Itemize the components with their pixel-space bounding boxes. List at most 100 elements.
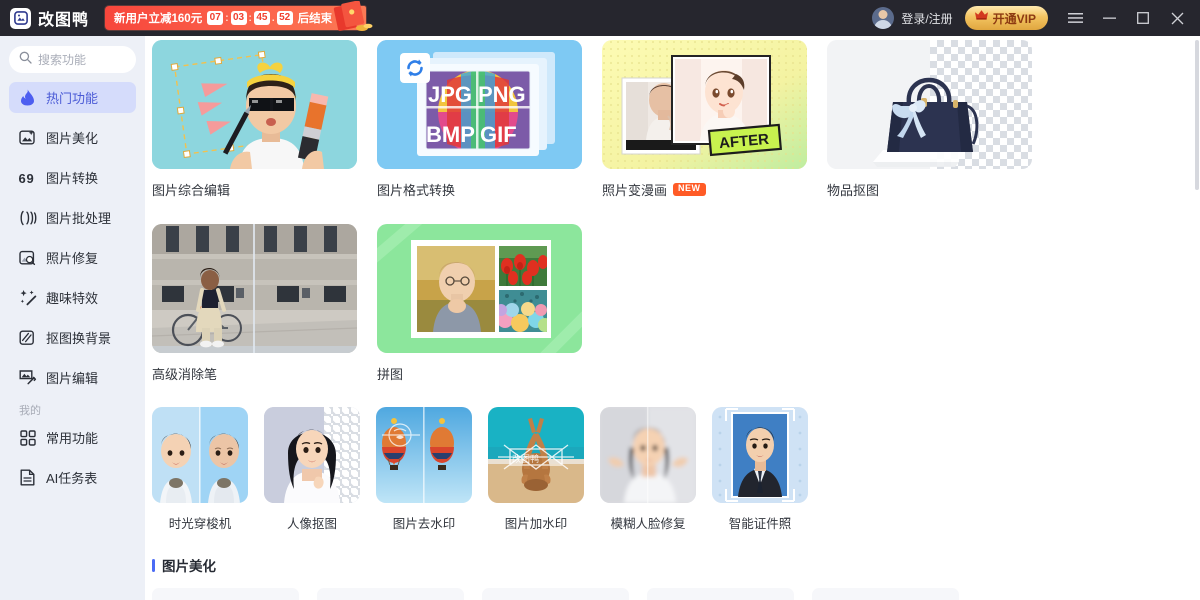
photo-repair-icon [18, 248, 37, 267]
chip-remove-watermark[interactable]: 图片去水印 [317, 588, 464, 600]
thumbnail-street-removal [152, 224, 357, 353]
section-header-image-beautify: 图片美化 [152, 555, 1200, 575]
svg-text:9: 9 [26, 171, 33, 186]
sidebar-item-common-features[interactable]: 常用功能 [9, 422, 136, 453]
featured-cards-row-2: 高级消除笔 拼图 [152, 220, 1200, 383]
thumbnail-collage [377, 224, 582, 353]
vertical-scrollbar[interactable] [1194, 36, 1200, 600]
feature-card-caption: 高级消除笔 [152, 364, 357, 383]
sidebar-item-label: 图片编辑 [46, 371, 99, 386]
thumbnail-id-photo [712, 407, 808, 503]
svg-text:BMP: BMP [426, 122, 475, 147]
brand-name: 改图鸭 [38, 12, 90, 29]
feature-card-object-cutout[interactable]: 物品抠图 [827, 40, 1032, 199]
titlebar-right-controls: 登录/注册 开通VIP [862, 0, 1200, 36]
cutout-bg-icon [18, 328, 37, 347]
scrollbar-thumb[interactable] [1195, 40, 1199, 190]
countdown-seconds: 45 [253, 11, 270, 25]
thumbnail-photo-to-anime: AFTER [602, 40, 807, 169]
feature-card-collage[interactable]: 拼图 [377, 224, 582, 383]
open-vip-button[interactable]: 开通VIP [964, 6, 1048, 30]
sidebar-nav: 热门功能 图片美化 6 9 图片转换 图片批处理 照片修复 趣味特效 抠图换背景… [9, 82, 136, 493]
section-title: 图片美化 [162, 559, 216, 574]
svg-text:PNG: PNG [478, 82, 526, 107]
login-register-button[interactable]: 登录/注册 [862, 7, 962, 29]
sidebar-item-image-beautify[interactable]: 图片美化 [9, 122, 136, 153]
function-chip-row: 高级消除笔 图片去水印 [152, 588, 1200, 600]
feature-card-add-watermark[interactable]: 改图鸭 图片加水印 [488, 407, 584, 532]
magic-wand-icon [18, 288, 37, 307]
svg-text:6: 6 [19, 171, 26, 186]
feature-card-comprehensive-edit[interactable]: 图片综合编辑 [152, 40, 357, 199]
document-list-icon [18, 468, 37, 487]
new-badge: NEW [673, 183, 706, 196]
sidebar-item-hot-features[interactable]: 热门功能 [9, 82, 136, 113]
brand: 改图鸭 [0, 6, 89, 30]
search-icon [19, 51, 32, 69]
feature-card-photo-to-anime[interactable]: AFTER 照片变漫画 NEW [602, 40, 807, 199]
sidebar-item-label: 热门功能 [46, 91, 99, 106]
sidebar-item-image-convert[interactable]: 6 9 图片转换 [9, 162, 136, 193]
chip-free-collage[interactable]: 自由拼图 [812, 588, 959, 600]
feature-card-format-convert[interactable]: JPG PNG BMP GIF 图片格式转换 [377, 40, 582, 199]
sidebar-item-ai-task-list[interactable]: AI任务表 [9, 462, 136, 493]
feature-card-portrait-cutout[interactable]: 人像抠图 [264, 407, 360, 532]
maximize-icon[interactable] [1126, 0, 1160, 36]
sidebar-item-cutout-background[interactable]: 抠图换背景 [9, 322, 136, 353]
feature-card-advanced-eraser[interactable]: 高级消除笔 [152, 224, 357, 383]
app-window: 改图鸭 新用户立减160元 07 : 03 : 45 . 52 后结束 登录/注… [0, 0, 1200, 600]
login-register-label: 登录/注册 [901, 11, 953, 26]
svg-text:GIF: GIF [480, 122, 517, 147]
countdown-hours: 07 [207, 11, 224, 25]
sidebar-item-batch-process[interactable]: 图片批处理 [9, 202, 136, 233]
promo-text: 新用户立减160元 [114, 13, 203, 25]
feature-card-id-photo[interactable]: 智能证件照 [712, 407, 808, 532]
sidebar-group-label: 我的 [19, 405, 41, 417]
sidebar-item-image-edit[interactable]: 图片编辑 [9, 362, 136, 393]
sidebar-item-label: 照片修复 [46, 251, 99, 266]
small-card-label: 图片去水印 [392, 517, 456, 531]
user-avatar [872, 7, 895, 29]
svg-text:改图鸭: 改图鸭 [512, 453, 539, 464]
feature-card-caption: 图片格式转换 [377, 180, 582, 199]
batch-icon [18, 208, 37, 227]
sidebar-item-label: 图片批处理 [46, 211, 112, 226]
small-cards-row: 时光穿梭机 人像抠图 图片去水印 改图鸭 图片加水印 模糊人脸修复 智能证件照 [152, 407, 1200, 532]
sidebar-item-label: 常用功能 [46, 431, 99, 446]
feature-card-label: 图片综合编辑 [152, 183, 231, 198]
photo-frame-icon [10, 7, 31, 29]
chip-template-collage[interactable]: 模板拼图 [647, 588, 794, 600]
feature-card-remove-watermark[interactable]: 图片去水印 [376, 407, 472, 532]
grid-apps-icon [18, 428, 37, 447]
feature-card-label: 拼图 [377, 367, 404, 382]
chip-advanced-eraser[interactable]: 高级消除笔 [152, 588, 299, 600]
title-bar: 改图鸭 新用户立减160元 07 : 03 : 45 . 52 后结束 登录/注… [0, 0, 1200, 36]
red-envelope-icon [332, 0, 378, 35]
small-card-label: 图片加水印 [504, 517, 568, 531]
thumbnail-format-stack: JPG PNG BMP GIF [377, 40, 582, 169]
main-content: 图片综合编辑 JPG PNG BMP GIF 图片格式转换 AFTER 照片变漫… [145, 36, 1200, 600]
countdown-minutes: 03 [230, 11, 247, 25]
search-placeholder: 搜索功能 [38, 53, 87, 67]
close-icon[interactable] [1160, 0, 1194, 36]
feature-card-label: 图片格式转换 [377, 183, 456, 198]
search-input[interactable]: 搜索功能 [9, 46, 136, 73]
promo-banner[interactable]: 新用户立减160元 07 : 03 : 45 . 52 后结束 [105, 0, 373, 31]
crown-icon [974, 9, 989, 27]
thumbnail-beach-add-watermark: 改图鸭 [488, 407, 584, 503]
sidebar-item-fun-effects[interactable]: 趣味特效 [9, 282, 136, 313]
feature-card-blurry-face-restore[interactable]: 模糊人脸修复 [600, 407, 696, 532]
feature-card-caption: 照片变漫画 NEW [602, 180, 807, 199]
svg-text:JPG: JPG [428, 82, 472, 107]
sidebar-item-photo-repair[interactable]: 照片修复 [9, 242, 136, 273]
feature-card-label: 高级消除笔 [152, 367, 218, 382]
feature-card-time-machine[interactable]: 时光穿梭机 [152, 407, 248, 532]
chip-mosaic[interactable]: 马赛克 [482, 588, 629, 600]
feature-card-caption: 物品抠图 [827, 180, 1032, 199]
small-card-label: 模糊人脸修复 [610, 517, 686, 531]
featured-cards-row-1: 图片综合编辑 JPG PNG BMP GIF 图片格式转换 AFTER 照片变漫… [152, 36, 1200, 199]
minimize-icon[interactable] [1092, 0, 1126, 36]
countdown-sep-1: : [225, 12, 229, 24]
image-sparkle-icon [18, 128, 37, 147]
hamburger-menu-icon[interactable] [1058, 0, 1092, 36]
